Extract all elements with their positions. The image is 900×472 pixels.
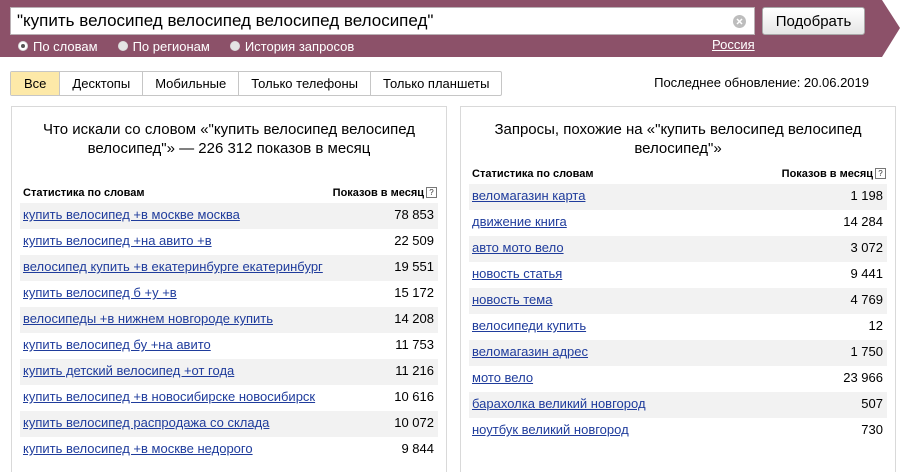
- radio-by-words[interactable]: [18, 41, 28, 51]
- mode-by-words[interactable]: По словам: [18, 39, 98, 54]
- phrase-link[interactable]: авто мото вело: [472, 240, 564, 256]
- tab-all[interactable]: Все: [11, 72, 60, 95]
- impressions-count: 9 441: [850, 266, 883, 281]
- table-row: купить детский велосипед +от года 11 216: [20, 359, 438, 385]
- col-count-label: Показов в месяц: [781, 168, 873, 180]
- impressions-count: 19 551: [394, 259, 434, 274]
- rows-list: купить велосипед +в москве москва 78 853 к…: [20, 203, 438, 463]
- tab-desktops[interactable]: Десктопы: [59, 72, 142, 95]
- phrase-link[interactable]: купить велосипед +в москве москва: [23, 207, 240, 223]
- table-row: купить велосипед б +у +в 15 172: [20, 281, 438, 307]
- mode-history[interactable]: История запросов: [229, 38, 355, 54]
- phrase-link[interactable]: купить велосипед б +у +в: [23, 285, 177, 301]
- col-stat-header: Статистика по словам: [23, 187, 145, 199]
- table-row: купить велосипед распродажа со склада 10 …: [20, 411, 438, 437]
- panel-title: Что искали со словом «"купить велосипед …: [43, 121, 415, 157]
- clear-icon[interactable]: [733, 15, 746, 28]
- table-row: новость статья 9 441: [469, 262, 887, 288]
- phrase-link[interactable]: движение книга: [472, 214, 567, 230]
- help-icon[interactable]: ?: [875, 168, 886, 179]
- mode-label: По словам: [33, 38, 98, 54]
- col-count-label: Показов в месяц: [332, 187, 424, 199]
- impressions-count: 23 966: [843, 370, 883, 385]
- impressions-count: 1 750: [850, 344, 883, 359]
- table-row: купить велосипед +на авито +в 22 509: [20, 229, 438, 255]
- find-button[interactable]: Подобрать: [762, 7, 865, 35]
- table-row: велосипеди купить 12: [469, 314, 887, 340]
- impressions-count: 14 284: [843, 214, 883, 229]
- device-tabs: Все Десктопы Мобильные Только телефоны Т…: [10, 71, 503, 96]
- table-row: барахолка великий новгород 507: [469, 392, 887, 418]
- phrase-link[interactable]: велосипед купить +в екатеринбурге екатер…: [23, 259, 323, 275]
- table-row: ноутбук великий новгород 730: [469, 418, 887, 444]
- phrase-link[interactable]: велосипеды +в нижнем новгороде купить: [23, 311, 273, 327]
- impressions-count: 78 853: [394, 207, 434, 222]
- impressions-count: 507: [861, 396, 883, 411]
- impressions-count: 10 616: [394, 389, 434, 404]
- tab-phones-only[interactable]: Только телефоны: [238, 72, 370, 95]
- phrase-link[interactable]: мото вело: [472, 370, 533, 386]
- radio-by-regions[interactable]: [117, 41, 128, 51]
- phrase-link[interactable]: новость статья: [472, 266, 562, 282]
- rows-list: веломагазин карта 1 198 движение книга 14 2…: [469, 184, 887, 444]
- table-row: мото вело 23 966: [469, 366, 887, 392]
- region-link[interactable]: Россия: [712, 37, 755, 52]
- table-row: веломагазин адрес 1 750: [469, 340, 887, 366]
- search-input[interactable]: [17, 11, 717, 31]
- mode-label: По регионам: [132, 38, 210, 54]
- similar-queries-panel: Запросы, похожие на «"купить велосипед в…: [460, 106, 896, 472]
- phrase-link[interactable]: купить детский велосипед +от года: [23, 363, 234, 379]
- phrase-link[interactable]: барахолка великий новгород: [472, 396, 646, 412]
- search-box: [10, 7, 755, 35]
- phrase-link[interactable]: веломагазин адрес: [472, 344, 588, 360]
- phrase-link[interactable]: велосипеди купить: [472, 318, 586, 334]
- impressions-count: 12: [868, 318, 883, 333]
- phrase-link[interactable]: новость тема: [472, 292, 552, 308]
- phrase-link[interactable]: купить велосипед распродажа со склада: [23, 415, 269, 431]
- impressions-count: 730: [861, 422, 883, 437]
- phrase-link[interactable]: купить велосипед +в москве недорого: [23, 441, 253, 457]
- table-row: купить велосипед +в москве москва 78 853: [20, 203, 438, 229]
- search-header: Подобрать По словам По регионам История …: [0, 0, 900, 57]
- table-row: купить велосипед бу +на авито 11 753: [20, 333, 438, 359]
- table-row: новость тема 4 769: [469, 288, 887, 314]
- impressions-count: 4 769: [850, 292, 883, 307]
- impressions-count: 11 216: [395, 363, 434, 378]
- table-row: велосипеды +в нижнем новгороде купить 14 …: [20, 307, 438, 333]
- table-row: авто мото вело 3 072: [469, 236, 887, 262]
- search-mode-options: По словам По регионам История запросов: [18, 38, 374, 54]
- impressions-count: 22 509: [394, 233, 434, 248]
- phrase-link[interactable]: купить велосипед бу +на авито: [23, 337, 211, 353]
- panel-title: Запросы, похожие на «"купить велосипед в…: [494, 121, 862, 157]
- col-count-header: Показов в месяц?: [782, 168, 886, 184]
- impressions-count: 14 208: [394, 311, 434, 326]
- phrase-link[interactable]: купить велосипед +в новосибирске новосиб…: [23, 389, 315, 405]
- impressions-count: 1 198: [850, 188, 883, 203]
- table-row: веломагазин карта 1 198: [469, 184, 887, 210]
- column-headers: Статистика по словам Показов в месяц?: [20, 187, 438, 203]
- impressions-count: 11 753: [395, 337, 434, 352]
- help-icon[interactable]: ?: [426, 187, 437, 198]
- impressions-count: 3 072: [850, 240, 883, 255]
- col-count-header: Показов в месяц?: [333, 187, 437, 203]
- last-update: Последнее обновление: 20.06.2019: [654, 75, 869, 90]
- impressions-count: 15 172: [394, 285, 434, 300]
- table-row: купить велосипед +в москве недорого 9 844: [20, 437, 438, 463]
- column-headers: Статистика по словам Показов в месяц?: [469, 168, 887, 184]
- table-row: движение книга 14 284: [469, 210, 887, 236]
- phrase-link[interactable]: веломагазин карта: [472, 188, 585, 204]
- table-row: купить велосипед +в новосибирске новосиб…: [20, 385, 438, 411]
- impressions-count: 10 072: [394, 415, 434, 430]
- phrase-link[interactable]: купить велосипед +на авито +в: [23, 233, 212, 249]
- radio-history[interactable]: [229, 41, 240, 51]
- tab-mobile[interactable]: Мобильные: [142, 72, 238, 95]
- phrase-link[interactable]: ноутбук великий новгород: [472, 422, 629, 438]
- mode-label: История запросов: [244, 38, 355, 54]
- tab-tablets-only[interactable]: Только планшеты: [370, 72, 501, 95]
- words-panel: Что искали со словом «"купить велосипед …: [11, 106, 447, 472]
- col-stat-header: Статистика по словам: [472, 168, 594, 180]
- table-row: велосипед купить +в екатеринбурге екатер…: [20, 255, 438, 281]
- impressions-count: 9 844: [401, 441, 434, 456]
- mode-by-regions[interactable]: По регионам: [117, 38, 210, 54]
